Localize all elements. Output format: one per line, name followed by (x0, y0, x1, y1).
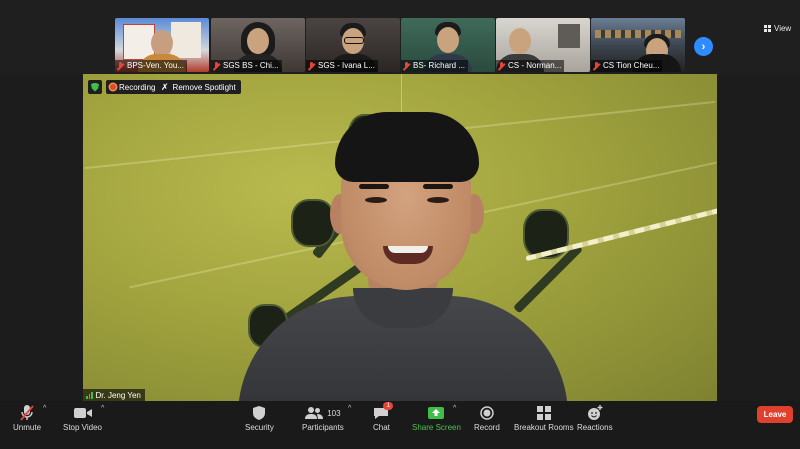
leave-meeting-button[interactable]: Leave (757, 406, 793, 423)
speaker-eyebrow (359, 184, 389, 189)
breakout-rooms-label: Breakout Rooms (514, 423, 574, 432)
mic-muted-icon (213, 62, 220, 70)
encryption-shield-badge[interactable] (88, 80, 102, 94)
chat-button[interactable]: 1 Chat (373, 402, 394, 432)
participant-name: BPS-Ven. You... (127, 61, 184, 70)
speaker-name: Dr. Jeng Yen (95, 390, 141, 400)
participant-name: CS Tion Cheu... (603, 61, 660, 70)
speaker-name-tag: Dr. Jeng Yen (83, 389, 145, 401)
participant-thumbnail[interactable]: CS - Norman... (496, 18, 590, 72)
active-speaker-video (83, 74, 717, 401)
participant-count: 103 (327, 408, 341, 418)
participant-name: BS- Richard ... (413, 61, 466, 70)
connection-signal-icon (86, 391, 93, 399)
remove-spotlight-label: Remove Spotlight (172, 82, 236, 92)
recording-indicator[interactable]: Recording (106, 80, 161, 94)
recording-dot-icon (110, 84, 116, 90)
speaker-eye (365, 197, 387, 203)
participant-thumbnail[interactable]: SGS BS - Chi... (211, 18, 305, 72)
pin-icon: ✗ (161, 81, 169, 92)
participants-button[interactable]: 103 Participants (302, 403, 344, 432)
breakout-rooms-button[interactable]: Breakout Rooms (514, 403, 574, 432)
speaker-hair (335, 112, 479, 182)
speaker-eyebrow (423, 184, 453, 189)
grid-view-icon (764, 25, 771, 32)
share-screen-icon (428, 403, 445, 423)
mic-muted-icon (403, 62, 410, 70)
participant-thumbnail[interactable]: SGS - Ivana L... (306, 18, 400, 72)
participant-thumbnail[interactable]: BPS-Ven. You... (115, 18, 209, 72)
breakout-rooms-icon (536, 403, 551, 423)
participant-name: SGS - Ivana L... (318, 61, 375, 70)
remove-spotlight-button[interactable]: ✗ Remove Spotlight (156, 80, 241, 94)
next-page-button[interactable]: › (694, 37, 713, 56)
participant-face (151, 30, 173, 56)
shield-icon (91, 82, 99, 92)
speaker-teeth (388, 246, 428, 253)
participants-options-caret-icon[interactable]: ^ (348, 405, 351, 412)
video-camera-icon (73, 403, 93, 423)
record-label: Record (474, 423, 500, 432)
participant-name-bar: SGS BS - Chi... (211, 60, 282, 72)
participant-name-bar: BPS-Ven. You... (115, 60, 187, 72)
meeting-toolbar (0, 401, 800, 449)
mic-muted-icon (308, 62, 315, 70)
unmute-label: Unmute (13, 423, 42, 432)
mic-muted-icon (593, 62, 600, 70)
record-button[interactable]: Record (474, 403, 500, 432)
reactions-label: Reactions (577, 423, 613, 432)
leave-label: Leave (763, 410, 787, 419)
reactions-button[interactable]: Reactions (577, 403, 613, 432)
view-label: View (774, 24, 792, 33)
mic-muted-icon (19, 403, 35, 423)
participant-name: SGS BS - Chi... (223, 61, 279, 70)
chat-bubble-icon: 1 (373, 402, 394, 423)
audio-options-caret-icon[interactable]: ^ (43, 405, 46, 412)
security-button[interactable]: Security (245, 403, 274, 432)
share-options-caret-icon[interactable]: ^ (453, 405, 456, 412)
participants-icon: 103 (305, 403, 341, 423)
room-image (595, 30, 681, 38)
participant-name-bar: CS Tion Cheu... (591, 60, 663, 72)
participant-name: CS - Norman... (508, 61, 562, 70)
stop-video-label: Stop Video (63, 423, 102, 432)
mic-muted-icon (117, 62, 124, 70)
participant-face (508, 28, 531, 54)
participant-name-bar: CS - Norman... (496, 60, 565, 72)
wall-image (558, 24, 580, 48)
participant-face (247, 28, 269, 54)
participants-label: Participants (302, 423, 344, 432)
mic-muted-icon (498, 62, 505, 70)
record-icon (480, 403, 494, 423)
chat-label: Chat (373, 423, 390, 432)
participant-thumbnail[interactable]: CS Tion Cheu... (591, 18, 685, 72)
stop-video-button[interactable]: Stop Video (63, 403, 102, 432)
shield-icon (252, 403, 266, 423)
glasses-image (344, 37, 364, 44)
view-button[interactable]: View (764, 24, 791, 33)
chevron-right-icon: › (701, 40, 706, 53)
participant-face (437, 27, 459, 53)
video-options-caret-icon[interactable]: ^ (101, 405, 104, 412)
participant-thumbnail[interactable]: BS- Richard ... (401, 18, 495, 72)
recording-label: Recording (119, 82, 156, 92)
speaker-eye (427, 197, 449, 203)
building-image (171, 22, 201, 58)
security-label: Security (245, 423, 274, 432)
emoji-smile-icon (587, 403, 603, 423)
participant-name-bar: SGS - Ivana L... (306, 60, 378, 72)
unmute-button[interactable]: Unmute (13, 403, 41, 432)
participant-name-bar: BS- Richard ... (401, 60, 469, 72)
rover-wheel (291, 199, 335, 247)
share-screen-label: Share Screen (412, 423, 461, 432)
